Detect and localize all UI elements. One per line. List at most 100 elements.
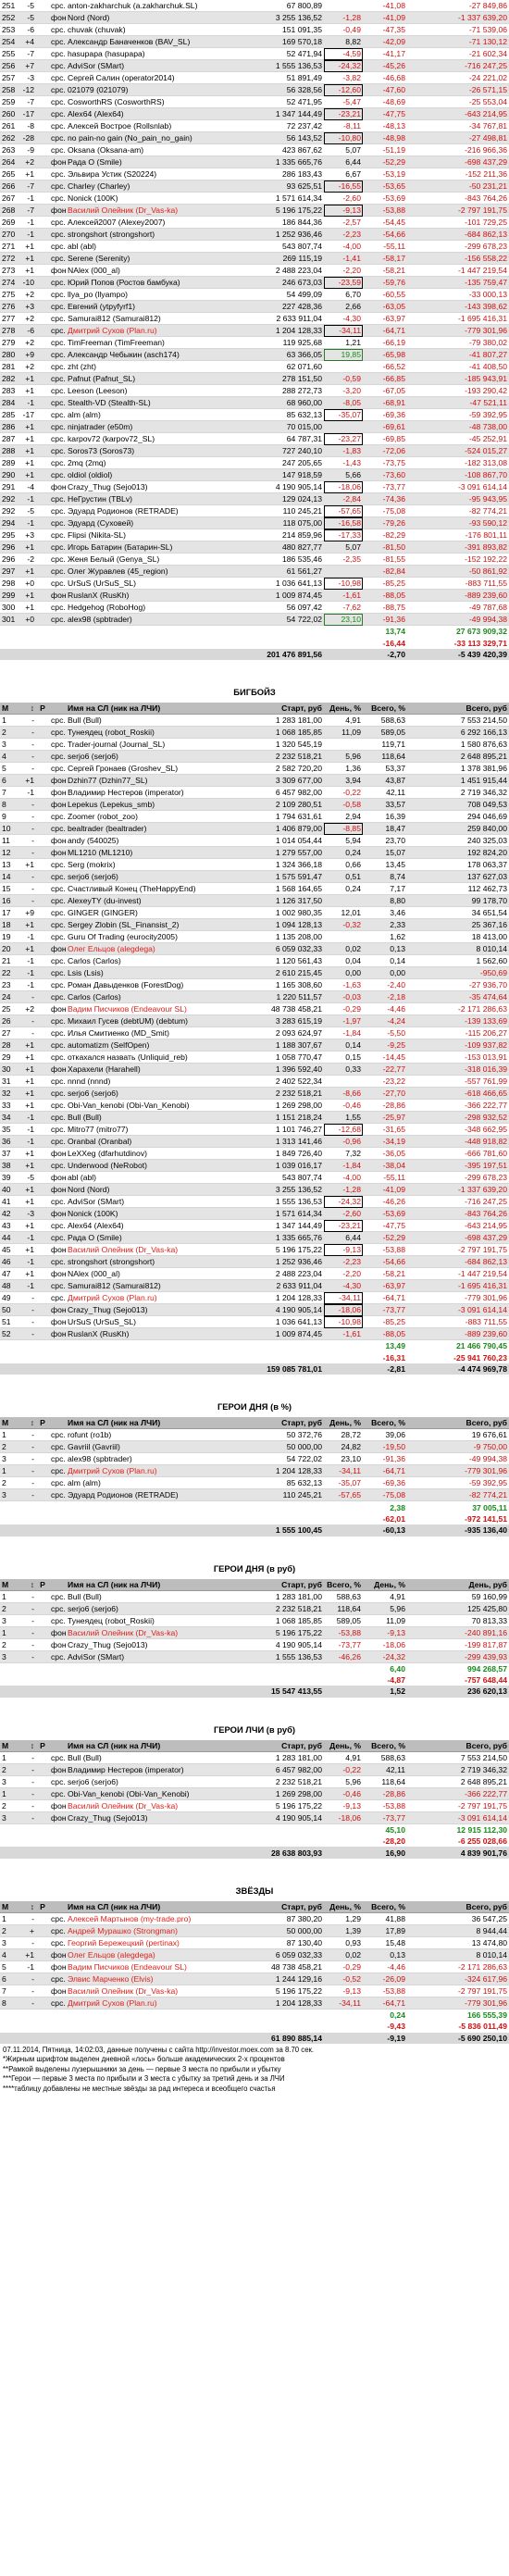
start-capital: 1 151 218,24 — [254, 1111, 324, 1125]
r-cell — [36, 1602, 49, 1615]
change-cell: -12 — [16, 83, 36, 96]
summary-blank — [16, 2010, 36, 2021]
table-row: 301 +0 срс. alex98 (spbtrader) 54 722,02 23,1… — [0, 613, 509, 626]
start-capital: 6 059 032,33 — [254, 1948, 324, 1961]
change-cell: -1 — [16, 1279, 36, 1293]
trader-name: RuslanX (RusKh) — [66, 589, 254, 602]
table-row: 276 +3 срс. Евгений (ytpyfyrf1) 227 428,36 2,… — [0, 300, 509, 313]
summary-row: -62,01 -972 141,51 — [0, 1513, 509, 1524]
summary-pct: 45,10 — [385, 1824, 405, 1835]
table-row: 292 -1 срс. НеГрустин (TBLv) 129 024,13 -2,84… — [0, 492, 509, 505]
start-capital: 2 610 215,45 — [254, 966, 324, 980]
table-row: 278 -6 срс. Дмитрий Сухов (Plan.ru) 1 204 12… — [0, 324, 509, 337]
column-header: Р — [36, 1417, 49, 1430]
summary-blank — [16, 1524, 36, 1537]
r-cell — [36, 846, 49, 860]
column-header: День, % — [324, 1739, 363, 1752]
start-capital: 2 232 518,21 — [254, 1087, 324, 1101]
start-capital: 61 561,27 — [254, 565, 324, 578]
trader-name: Obi-Van_kenobi (Obi-Van_Kenobi) — [66, 1099, 254, 1113]
r-cell — [36, 1014, 49, 1028]
trader-name: Zoomer (robot_zoo) — [66, 810, 254, 824]
day-pct: -35,07 — [324, 1476, 363, 1490]
total-pct: 4,91 — [363, 1590, 407, 1603]
total-pct: -54,66 — [363, 1255, 407, 1269]
summary-blank — [324, 1836, 363, 1847]
change-cell: +1 — [16, 1243, 36, 1257]
table-row: 16- срс. AlexeyTY (du-invest) 1 126 317,50 8… — [0, 894, 509, 908]
total-pct: -59,76 — [363, 276, 407, 289]
total-rub: -299 678,23 — [407, 240, 509, 253]
type-cell: фон — [49, 1171, 66, 1185]
day-pct: -12,68 — [324, 1123, 363, 1137]
change-cell: +1 — [16, 858, 36, 872]
place-cell: 18 — [0, 918, 16, 932]
table-row: 2- срс. alm (alm) 85 632,13 -35,07 -69,36 -59 … — [0, 1476, 509, 1490]
place-cell: 3 — [0, 1775, 16, 1788]
trader-name: nnnd (nnnd) — [66, 1075, 254, 1089]
summary-blank — [0, 2010, 16, 2021]
type-cell: срс. — [49, 1087, 66, 1101]
stars-summary: 0,24 166 555,39 -9,43 -5 836 011,49 61 890 8… — [0, 2010, 509, 2045]
table-row: 48 -1 срс. Samurai812 (Samurai812) 2 633 911… — [0, 1279, 509, 1293]
table-row: 289 +1 срс. 2mq (2mq) 247 205,65 -1,43 -73,75-… — [0, 456, 509, 469]
place-cell: 267 — [0, 192, 16, 205]
day-pct: -0,49 — [324, 23, 363, 36]
day-pct: 4,91 — [324, 1751, 363, 1764]
start-capital: 64 787,31 — [254, 432, 324, 445]
column-header: Р — [36, 703, 49, 716]
day-pct: -1,41 — [324, 252, 363, 265]
total-pct: -55,11 — [363, 1171, 407, 1185]
total-rub: -185 943,91 — [407, 372, 509, 385]
r-cell — [36, 1476, 49, 1490]
start-capital: 269 115,19 — [254, 252, 324, 265]
column-header: ↕ — [16, 1739, 36, 1752]
start-capital: 3 255 136,52 — [254, 1183, 324, 1197]
trader-name: alm (alm) — [66, 1476, 254, 1490]
day-pct: 23,10 — [324, 1452, 363, 1466]
table-row: 295 +3 срс. Flipsi (Nikita-SL) 214 859,96 -17… — [0, 529, 509, 541]
type-cell: срс. — [49, 192, 66, 205]
trader-name: serjo6 (serjo6) — [66, 1602, 254, 1615]
table-row: 299 +1 фон RuslanX (RusKh) 1 009 874,45 -1,61… — [0, 589, 509, 602]
table-row: 6 +1 фон Dzhin77 (Dzhin77_SL) 3 309 677,00 3,… — [0, 774, 509, 788]
total-pct: 17,89 — [363, 1924, 407, 1937]
r-cell — [36, 589, 49, 602]
table-row: 2- срс. Тунеядец (robot_Roskii) 1 068 185,8… — [0, 726, 509, 740]
summary-blank — [66, 1513, 254, 1524]
place-cell: 30 — [0, 1063, 16, 1076]
day-pct: -46,26 — [324, 1650, 363, 1663]
type-cell: срс. — [49, 83, 66, 96]
place-cell: 1 — [0, 1590, 16, 1603]
summary-blank — [324, 1686, 363, 1698]
day-pct — [324, 930, 363, 944]
table-row: 251 -5 срс. anton-zakharchuk (a.zakharchuk.… — [0, 0, 509, 12]
start-capital: 2 633 911,04 — [254, 1279, 324, 1293]
summary-blank — [0, 637, 16, 648]
total-pct: 11,09 — [363, 1614, 407, 1627]
r-cell — [36, 192, 49, 205]
column-header: Р — [36, 1900, 49, 1913]
r-cell — [36, 1279, 49, 1293]
start-capital: 1 036 641,13 — [254, 1315, 324, 1329]
change-cell: - — [16, 990, 36, 1004]
total-pct: -46,68 — [363, 71, 407, 84]
start-capital: 278 151,50 — [254, 372, 324, 385]
place-cell: 1 — [0, 1428, 16, 1442]
place-cell: 24 — [0, 990, 16, 1004]
total-rub: -3 091 614,14 — [407, 1811, 509, 1824]
table-row: 45 +1 фон Василий Олейник (Dr_Vas-ka) 5 196 … — [0, 1243, 509, 1257]
summary-blank — [324, 626, 363, 637]
r-cell — [36, 1751, 49, 1764]
total-rub: -193 290,42 — [407, 384, 509, 397]
type-cell: срс. — [49, 1452, 66, 1466]
summary-pct: -2,70 — [363, 648, 407, 661]
day-pct: -4,00 — [324, 240, 363, 253]
start-capital: 48 738 458,21 — [254, 1960, 324, 1973]
trader-name: Дмитрий Сухов (Plan.ru) — [66, 324, 254, 337]
place-cell: 6 — [0, 1972, 16, 1985]
type-cell: срс. — [49, 360, 66, 373]
type-cell: срс. — [49, 601, 66, 614]
total-rub: -27 849,86 — [407, 0, 509, 12]
place-cell: 299 — [0, 589, 16, 602]
